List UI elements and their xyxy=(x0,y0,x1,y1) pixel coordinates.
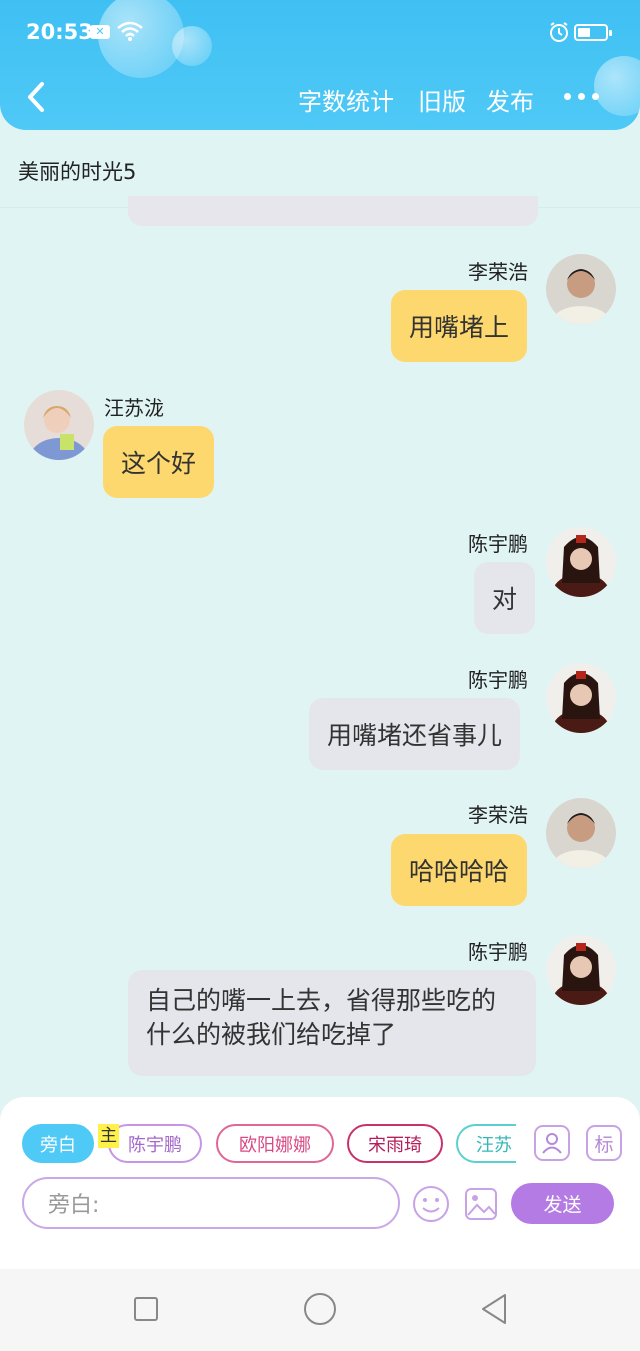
message-bubble[interactable]: 自己的嘴一上去，省得那些吃的什么的被我们给吃掉了 xyxy=(128,970,536,1076)
notification-icon: ✕ xyxy=(90,25,110,39)
home-icon[interactable] xyxy=(303,1292,337,1326)
wifi-icon xyxy=(117,21,143,41)
system-nav-bar xyxy=(0,1269,640,1351)
back-nav-icon[interactable] xyxy=(479,1293,509,1325)
tag-button[interactable]: 标 xyxy=(586,1125,622,1161)
message-bubble[interactable]: 这个好 xyxy=(103,426,215,498)
sender-name: 陈宇鹏 xyxy=(468,940,528,964)
battery-icon xyxy=(574,24,612,41)
character-chip[interactable]: 欧阳娜娜 xyxy=(216,1124,334,1163)
main-character-badge: 主 xyxy=(98,1124,119,1148)
character-chip[interactable]: 汪苏 xyxy=(456,1124,516,1163)
sender-name: 陈宇鹏 xyxy=(468,532,528,556)
avatar-chen-yupeng[interactable] xyxy=(546,935,616,1005)
emoji-icon[interactable] xyxy=(412,1185,450,1223)
status-time: 20:53 xyxy=(26,20,93,44)
publish-button[interactable]: 发布 xyxy=(486,82,534,117)
person-icon xyxy=(542,1133,562,1154)
avatar-li-ronghao[interactable] xyxy=(546,254,616,324)
decor-bubble xyxy=(172,26,212,66)
message-bubble[interactable]: 哈哈哈哈 xyxy=(391,834,528,906)
avatar-chen-yupeng[interactable] xyxy=(546,663,616,733)
old-version-button[interactable]: 旧版 xyxy=(418,82,466,117)
sender-name: 李荣浩 xyxy=(468,803,528,827)
app-header: 20:53 ✕ 字数统计 旧版 发布 xyxy=(0,0,640,130)
recent-apps-icon[interactable] xyxy=(133,1296,159,1322)
message-bubble[interactable]: 用嘴堵上 xyxy=(391,290,528,362)
send-button[interactable]: 发送 xyxy=(511,1183,614,1224)
character-chip[interactable]: 陈宇鹏 xyxy=(108,1124,202,1163)
message-bubble-partial xyxy=(128,196,538,226)
sender-name: 陈宇鹏 xyxy=(468,668,528,692)
more-options-icon[interactable] xyxy=(562,86,602,106)
alarm-icon xyxy=(550,22,568,42)
character-chip[interactable]: 宋雨琦 xyxy=(347,1124,443,1163)
message-input[interactable]: 旁白: xyxy=(22,1177,400,1229)
avatar-wang-sulong[interactable] xyxy=(24,390,94,460)
back-button[interactable] xyxy=(20,78,50,116)
image-icon[interactable] xyxy=(464,1187,498,1221)
avatar-chen-yupeng[interactable] xyxy=(546,527,616,597)
avatar-li-ronghao[interactable] xyxy=(546,798,616,868)
page-title: 美丽的时光5 xyxy=(18,160,137,184)
word-count-button[interactable]: 字数统计 xyxy=(298,82,394,117)
sender-name: 汪苏泷 xyxy=(104,396,164,420)
message-bubble[interactable]: 对 xyxy=(474,562,536,634)
message-bubble[interactable]: 用嘴堵还省事儿 xyxy=(309,698,521,770)
character-manage-button[interactable] xyxy=(534,1125,570,1161)
narrator-chip[interactable]: 旁白 xyxy=(22,1124,94,1163)
sender-name: 李荣浩 xyxy=(468,260,528,284)
